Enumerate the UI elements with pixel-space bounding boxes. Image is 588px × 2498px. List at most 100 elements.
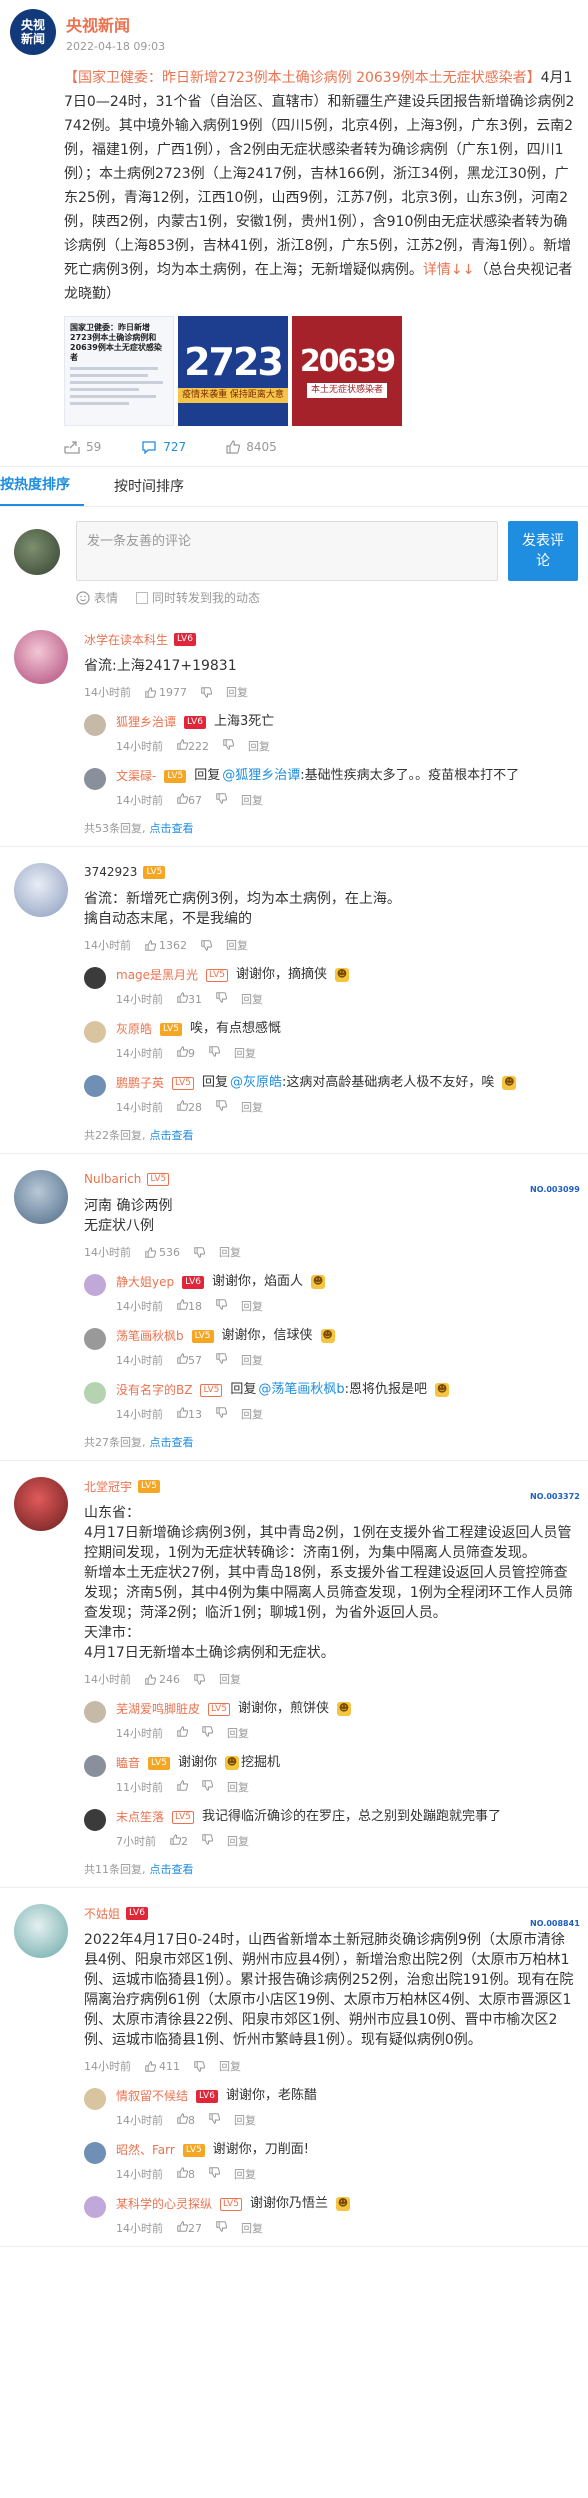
emoji-button[interactable]: 表情 <box>76 589 118 606</box>
detail-link[interactable]: 详情↓↓ <box>423 262 474 278</box>
reply-user[interactable]: 某科学的心灵探纵 <box>116 2194 212 2214</box>
reply-dislike-button[interactable] <box>223 739 235 753</box>
post-hashtag[interactable]: 【国家卫健委：昨日新增2723例本土确诊病例 20639例本土无症状感染者】 <box>64 70 541 86</box>
comment-reply-button[interactable]: 回复 <box>226 684 248 700</box>
comment-dislike-button[interactable] <box>194 1246 205 1258</box>
reply-reply-button[interactable]: 回复 <box>241 2220 263 2236</box>
view-more-replies-link[interactable]: 点击查看 <box>150 1436 194 1449</box>
reply-avatar[interactable] <box>84 1809 106 1831</box>
reply-avatar[interactable] <box>84 1382 106 1404</box>
reply-user[interactable]: 芜湖爱鸣脚脏皮 <box>116 1699 200 1719</box>
view-more-replies-link[interactable]: 点击查看 <box>150 822 194 835</box>
reply-avatar[interactable] <box>84 1755 106 1777</box>
commenter-name[interactable]: Nulbarich <box>84 1172 141 1186</box>
reply-avatar[interactable] <box>84 1021 106 1043</box>
comment-reply-button[interactable]: 回复 <box>219 2058 241 2074</box>
post-image-20639[interactable]: 20639 本土无症状感染者 <box>292 316 402 426</box>
reply-user[interactable]: 荡笔画秋枫b <box>116 1326 184 1346</box>
reply-avatar[interactable] <box>84 1701 106 1723</box>
reply-dislike-button[interactable] <box>209 2113 221 2127</box>
reply-dislike-button[interactable] <box>216 1407 228 1421</box>
reply-user[interactable]: mage是黑月光 <box>116 965 198 985</box>
commenter-avatar[interactable] <box>14 1904 68 1958</box>
reply-reply-button[interactable]: 回复 <box>241 1406 263 1422</box>
reply-reply-button[interactable]: 回复 <box>241 792 263 808</box>
reply-user[interactable]: 静大姐yep <box>116 1272 174 1292</box>
reply-avatar[interactable] <box>84 1328 106 1350</box>
reply-user[interactable]: 末点笙落 <box>116 1807 164 1827</box>
reply-dislike-button[interactable] <box>216 992 228 1006</box>
reply-avatar[interactable] <box>84 1274 106 1296</box>
comment-like-button[interactable]: 536 <box>145 1246 180 1259</box>
comment-dislike-button[interactable] <box>201 939 212 951</box>
reply-user[interactable]: 情叙留不候结 <box>116 2086 188 2106</box>
repost-button[interactable]: 59 <box>64 440 101 454</box>
reply-like-button[interactable]: 27 <box>177 2221 202 2235</box>
reply-reply-button[interactable]: 回复 <box>234 2166 256 2182</box>
comment-like-button[interactable]: 411 <box>145 2060 180 2073</box>
reply-user[interactable]: 灰原皓 <box>116 1019 152 1039</box>
commenter-name[interactable]: 3742923 <box>84 865 137 879</box>
reply-dislike-button[interactable] <box>209 2167 221 2181</box>
reply-user[interactable]: 没有名字的BZ <box>116 1380 192 1400</box>
reply-avatar[interactable] <box>84 714 106 736</box>
reply-dislike-button[interactable] <box>216 1353 228 1367</box>
reply-dislike-button[interactable] <box>216 793 228 807</box>
tab-sort-time[interactable]: 按时间排序 <box>114 476 198 506</box>
commenter-name[interactable]: 不姑姐 <box>84 1905 120 1922</box>
reply-reply-button[interactable]: 回复 <box>241 1099 263 1115</box>
comment-dislike-button[interactable] <box>194 2060 205 2072</box>
view-more-replies-link[interactable]: 点击查看 <box>150 1129 194 1142</box>
reply-like-button[interactable]: 13 <box>177 1407 202 1421</box>
reply-like-button[interactable]: 18 <box>177 1299 202 1313</box>
commenter-avatar[interactable] <box>14 863 68 917</box>
like-button[interactable]: 8405 <box>226 440 277 454</box>
reply-reply-button[interactable]: 回复 <box>227 1779 249 1795</box>
reply-dislike-button[interactable] <box>216 1299 228 1313</box>
reply-reply-button[interactable]: 回复 <box>241 1298 263 1314</box>
reply-like-button[interactable]: 222 <box>177 739 209 753</box>
commenter-avatar[interactable] <box>14 1477 68 1531</box>
repost-checkbox[interactable]: 同时转发到我的动态 <box>136 589 260 606</box>
commenter-avatar[interactable] <box>14 630 68 684</box>
reply-reply-button[interactable]: 回复 <box>227 1833 249 1849</box>
reply-avatar[interactable] <box>84 1075 106 1097</box>
comment-dislike-button[interactable] <box>201 686 212 698</box>
reply-mention[interactable]: @狐狸乡治谭 <box>222 766 300 786</box>
view-more-replies-link[interactable]: 点击查看 <box>150 1863 194 1876</box>
reply-avatar[interactable] <box>84 2142 106 2164</box>
reply-dislike-button[interactable] <box>216 2221 228 2235</box>
reply-like-button[interactable] <box>177 1780 189 1794</box>
tab-sort-hot[interactable]: 按热度排序 <box>0 474 84 506</box>
reply-like-button[interactable]: 67 <box>177 793 202 807</box>
reply-avatar[interactable] <box>84 967 106 989</box>
reply-dislike-button[interactable] <box>209 1046 221 1060</box>
comment-like-button[interactable]: 1362 <box>145 939 187 952</box>
comment-reply-button[interactable]: 回复 <box>226 937 248 953</box>
reply-mention[interactable]: @荡笔画秋枫b <box>258 1380 344 1400</box>
reply-like-button[interactable]: 2 <box>170 1834 188 1848</box>
reply-reply-button[interactable]: 回复 <box>227 1725 249 1741</box>
commenter-avatar[interactable] <box>14 1170 68 1224</box>
reply-mention[interactable]: @灰原皓 <box>230 1073 282 1093</box>
reply-like-button[interactable]: 57 <box>177 1353 202 1367</box>
reply-user[interactable]: 文渠碌- <box>116 766 156 786</box>
reply-reply-button[interactable]: 回复 <box>234 1045 256 1061</box>
reply-like-button[interactable]: 8 <box>177 2167 195 2181</box>
reply-dislike-button[interactable] <box>202 1834 214 1848</box>
comment-button[interactable]: 727 <box>141 440 186 454</box>
author-name[interactable]: 央视新闻 <box>66 12 165 36</box>
post-image-doc[interactable]: 国家卫健委：昨日新增2723例本土确诊病例和20639例本土无症状感染者 <box>64 316 174 426</box>
reply-reply-button[interactable]: 回复 <box>248 738 270 754</box>
post-image-2723[interactable]: 2723 疫情来袭重 保持距离大意 <box>178 316 288 426</box>
reply-dislike-button[interactable] <box>202 1726 214 1740</box>
reply-avatar[interactable] <box>84 2196 106 2218</box>
comment-reply-button[interactable]: 回复 <box>219 1244 241 1260</box>
reply-reply-button[interactable]: 回复 <box>234 2112 256 2128</box>
comment-reply-button[interactable]: 回复 <box>219 1671 241 1687</box>
reply-user[interactable]: 狐狸乡治谭 <box>116 712 176 732</box>
reply-dislike-button[interactable] <box>216 1100 228 1114</box>
reply-user[interactable]: 昭然、Farr <box>116 2140 175 2160</box>
reply-avatar[interactable] <box>84 768 106 790</box>
reply-reply-button[interactable]: 回复 <box>241 991 263 1007</box>
